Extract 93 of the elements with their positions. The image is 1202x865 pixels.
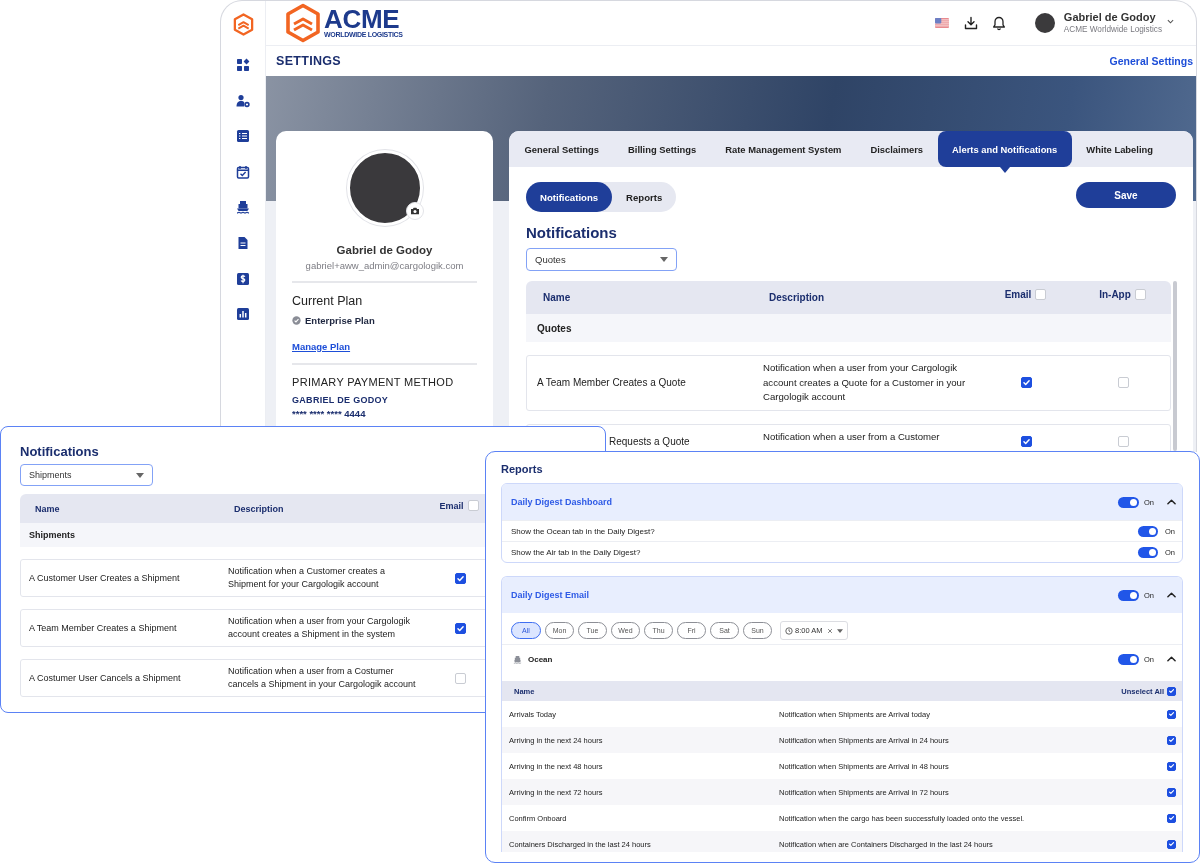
check-circle-icon	[292, 316, 301, 325]
notification-description: Notification when a user from a Customer	[763, 429, 940, 444]
user-name: Gabriel de Godoy	[1063, 10, 1157, 24]
notification-description: Notification when a user from your Cargologik account creates a Quote for a Customer in your Cargologik account	[763, 361, 967, 404]
report-title: Daily Digest Dashboard	[511, 497, 613, 507]
section-title: Notifications	[20, 444, 100, 460]
column-header: Email	[1004, 289, 1032, 300]
chevron-up-icon[interactable]	[1167, 499, 1176, 505]
chevron-up-icon[interactable]	[1167, 656, 1176, 662]
settings-tab[interactable]: White Labeling	[1071, 131, 1168, 167]
checkbox[interactable]	[1167, 709, 1176, 719]
column-header: Description	[234, 503, 284, 514]
card-number: **** **** **** 4444	[292, 408, 367, 419]
card-holder: GABRIEL DE GODOY	[292, 395, 390, 405]
notification-description: Notification when a user from your Cargologik account creates a Shipment in the system	[228, 615, 412, 641]
mode-label: Ocean	[528, 654, 553, 664]
group-heading: Quotes	[526, 314, 1171, 342]
manage-plan-link[interactable]: Manage Plan	[292, 341, 351, 352]
settings-tab[interactable]: General Settings	[510, 131, 614, 167]
caret-down-icon	[660, 257, 668, 262]
checkbox[interactable]	[1167, 813, 1176, 823]
download-icon[interactable]	[963, 16, 978, 30]
notification-name: A Customer User Creates a Shipment	[29, 573, 180, 583]
hexagon-logo-icon[interactable]	[232, 13, 254, 36]
column-header: In-App	[1099, 289, 1131, 300]
tab-pointer-icon	[999, 167, 1010, 173]
general-settings-link[interactable]: General Settings	[1109, 55, 1193, 67]
notification-description: Notification when a user from a Costumer cancels a Shipment in your Cargologik account	[228, 665, 417, 691]
clear-icon[interactable]	[826, 627, 833, 634]
ship-icon[interactable]	[236, 200, 250, 215]
document-icon[interactable]	[236, 235, 250, 250]
bell-icon[interactable]	[991, 15, 1006, 31]
save-button[interactable]: Save	[1076, 182, 1176, 208]
caret-down-icon	[836, 628, 843, 633]
flag-icon[interactable]	[934, 18, 949, 28]
segment-button[interactable]: Reports	[612, 182, 677, 212]
profile-name: Gabriel de Godoy	[335, 244, 434, 256]
hexagon-logo-icon	[285, 3, 321, 43]
toggle-switch[interactable]	[1118, 653, 1139, 665]
profile-email: gabriel+aww_admin@cargologik.com	[304, 260, 465, 271]
toggle-switch[interactable]	[1138, 546, 1158, 558]
chevron-down-icon[interactable]	[1167, 18, 1174, 24]
notification-name: A Costumer User Cancels a Shipment	[29, 673, 181, 683]
notification-description: Notification when a Customer creates a Shipment for your Cargologik account	[228, 565, 387, 591]
chevron-up-icon[interactable]	[1167, 592, 1176, 598]
section-title: Reports	[501, 462, 544, 476]
checkbox[interactable]	[1167, 839, 1176, 849]
segment-button[interactable]: Notifications	[526, 182, 613, 212]
checkbox[interactable]	[1021, 436, 1032, 447]
checkbox[interactable]	[1167, 761, 1176, 771]
notification-name: A Team Member Creates a Shipment	[29, 623, 177, 633]
notification-name: Requests a Quote	[609, 436, 690, 447]
report-title: Daily Digest Email	[511, 590, 590, 600]
settings-tab[interactable]: Disclaimers	[855, 131, 938, 167]
category-select[interactable]: Shipments	[20, 464, 153, 486]
plan-heading: Current Plan	[292, 294, 364, 308]
bar-chart-icon[interactable]	[236, 307, 250, 322]
settings-tab[interactable]: Billing Settings	[613, 131, 711, 167]
camera-icon[interactable]	[405, 202, 424, 220]
caret-down-icon	[136, 472, 144, 478]
checkbox[interactable]	[454, 622, 466, 634]
column-header: Name	[543, 292, 571, 303]
column-header: Name	[35, 503, 60, 514]
column-header: Email	[439, 500, 464, 511]
category-select[interactable]: Quotes	[526, 248, 677, 271]
checkbox[interactable]	[1167, 735, 1176, 745]
option-label: Show the Air tab in the Daily Digest?	[511, 547, 641, 557]
checkbox[interactable]	[1167, 787, 1176, 797]
option-label: Show the Ocean tab in the Daily Digest?	[511, 526, 655, 536]
toggle-switch[interactable]	[1138, 525, 1158, 537]
toggle-switch[interactable]	[1118, 496, 1139, 508]
user-company: ACME Worldwide Logistics	[1063, 23, 1162, 36]
avatar-photo-placeholder[interactable]	[1034, 13, 1055, 33]
ship-icon	[513, 654, 522, 664]
dashboard-icon[interactable]	[236, 58, 250, 72]
payment-heading: PRIMARY PAYMENT METHOD	[292, 376, 455, 388]
clock-icon	[785, 626, 793, 635]
settings-tab[interactable]: Rate Management System	[710, 131, 856, 167]
logo-wordmark: ACME	[324, 7, 400, 31]
notification-name: A Team Member Creates a Quote	[537, 377, 686, 389]
plan-name: Enterprise Plan	[305, 315, 375, 326]
user-settings-icon[interactable]	[236, 93, 250, 108]
dollar-icon[interactable]	[236, 271, 250, 286]
page-title: SETTINGS	[276, 54, 341, 68]
calendar-check-icon[interactable]	[236, 164, 250, 179]
checkbox[interactable]	[454, 572, 466, 584]
scrollbar[interactable]	[1173, 281, 1177, 451]
toggle-switch[interactable]	[1118, 589, 1139, 601]
list-icon[interactable]	[236, 129, 250, 144]
section-title: Notifications	[526, 224, 618, 242]
checkbox[interactable]	[1021, 377, 1032, 389]
checkbox[interactable]	[1167, 686, 1176, 696]
column-header: Description	[769, 292, 824, 303]
